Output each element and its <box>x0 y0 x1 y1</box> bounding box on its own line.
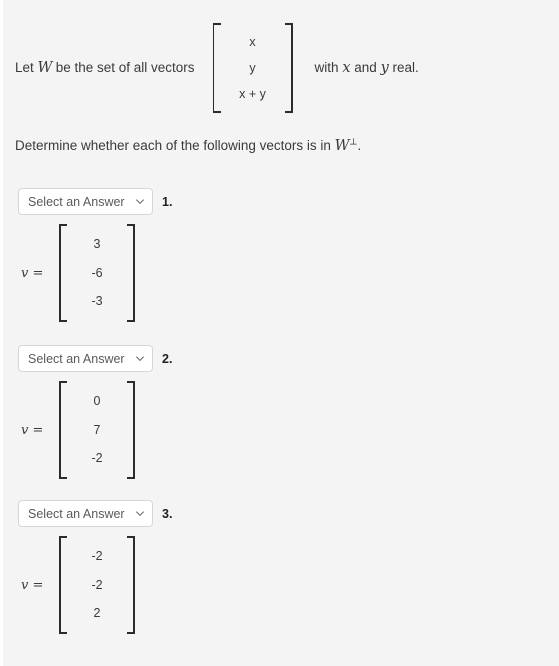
matrix-column: 0 7 -2 <box>69 381 125 479</box>
matrix-cell: 3 <box>93 237 101 252</box>
matrix-cell: -2 <box>91 549 103 564</box>
matrix-cell: -2 <box>91 451 103 466</box>
bracket-left-icon <box>59 536 69 634</box>
question-item-3-vector: v = -2 -2 2 <box>21 536 559 634</box>
matrix-cell: -2 <box>91 577 103 592</box>
problem-statement-line-1: Let W be the set of all vectors x y x + … <box>15 18 545 118</box>
answer-select-wrap-2: Select an Answer <box>18 345 153 372</box>
question-item-1-header: Select an Answer 1. <box>18 188 559 215</box>
problem-page: Let W be the set of all vectors x y x + … <box>3 0 559 666</box>
vector-matrix-1: 3 -6 -3 <box>59 224 135 322</box>
matrix-cell: -6 <box>91 265 103 280</box>
answer-select-wrap-1: Select an Answer <box>18 188 153 215</box>
question-item-2-header: Select an Answer 2. <box>18 345 559 372</box>
variable-y: y <box>380 59 389 76</box>
bracket-left-icon <box>212 23 223 113</box>
vector-label-3: v = <box>21 577 44 593</box>
question-item-1: Select an Answer 1. v = 3 -6 -3 <box>3 188 559 322</box>
bracket-right-icon <box>283 23 293 113</box>
matrix-cell: 2 <box>93 606 101 621</box>
answer-select-3[interactable]: Select an Answer <box>18 500 153 527</box>
matrix-cell: x + y <box>239 86 266 101</box>
variable-x: x <box>342 59 351 76</box>
matrix-cell: y <box>249 60 256 75</box>
question-number-3: 3. <box>162 506 173 521</box>
matrix-cell: -3 <box>91 294 103 309</box>
vector-label-2: v = <box>21 422 44 438</box>
answer-select-wrap-3: Select an Answer <box>18 500 153 527</box>
answer-select-1[interactable]: Select an Answer <box>18 188 153 215</box>
vector-matrix-3: -2 -2 2 <box>59 536 135 634</box>
generic-vector-matrix: x y x + y <box>212 23 293 113</box>
question-item-3: Select an Answer 3. v = -2 -2 2 <box>3 500 559 634</box>
matrix-column: -2 -2 2 <box>69 536 125 634</box>
bracket-right-icon <box>125 536 135 634</box>
question-item-1-vector: v = 3 -6 -3 <box>21 224 559 322</box>
matrix-cell: 7 <box>93 422 101 437</box>
problem-lead-text: Let W be the set of all vectors <box>15 59 195 76</box>
matrix-column: x y x + y <box>223 23 283 113</box>
problem-trail-text: with x and y real. <box>314 59 419 76</box>
problem-statement: Let W be the set of all vectors x y x + … <box>15 18 545 156</box>
question-item-2-vector: v = 0 7 -2 <box>21 381 559 479</box>
question-item-2: Select an Answer 2. v = 0 7 -2 <box>3 345 559 479</box>
vector-label-1: v = <box>21 265 44 281</box>
matrix-column: 3 -6 -3 <box>69 224 125 322</box>
question-item-3-header: Select an Answer 3. <box>18 500 559 527</box>
bracket-left-icon <box>59 224 69 322</box>
bracket-left-icon <box>59 381 69 479</box>
problem-instruction: Determine whether each of the following … <box>15 137 362 155</box>
bracket-right-icon <box>125 381 135 479</box>
question-number-1: 1. <box>162 194 173 209</box>
set-symbol-w: W <box>37 59 53 76</box>
matrix-cell: x <box>249 34 256 49</box>
perpendicular-icon: ⊥ <box>349 137 358 148</box>
question-number-2: 2. <box>162 351 173 366</box>
set-symbol-w-perp: W <box>334 138 350 154</box>
vector-matrix-2: 0 7 -2 <box>59 381 135 479</box>
answer-select-2[interactable]: Select an Answer <box>18 345 153 372</box>
matrix-cell: 0 <box>93 394 101 409</box>
bracket-right-icon <box>125 224 135 322</box>
